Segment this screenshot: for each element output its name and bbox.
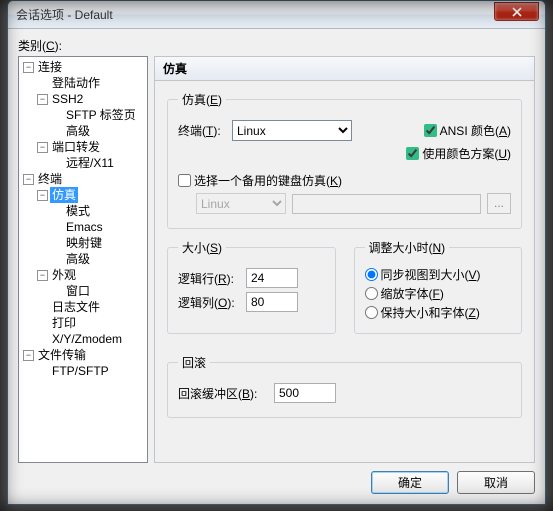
- category-label: 类别(C):: [18, 37, 535, 54]
- tree-sftp-tab[interactable]: SFTP 标签页: [64, 107, 138, 123]
- tree-ssh2[interactable]: SSH2: [50, 91, 85, 107]
- radio-keep[interactable]: 保持大小和字体(Z): [365, 304, 512, 321]
- ok-button[interactable]: 确定: [371, 471, 449, 494]
- tree-ftp-sftp[interactable]: FTP/SFTP: [50, 363, 111, 379]
- emulation-legend: 仿真(E): [178, 91, 226, 108]
- window-title: 会话选项 - Default: [16, 6, 494, 23]
- tree-terminal[interactable]: 终端: [36, 171, 64, 187]
- tree-log-file[interactable]: 日志文件: [50, 299, 102, 315]
- tree-connection[interactable]: 连接: [36, 59, 64, 75]
- cols-label: 逻辑列(O):: [178, 294, 240, 311]
- cancel-button[interactable]: 取消: [457, 471, 535, 494]
- ansi-color-checkbox[interactable]: ANSI 颜色(A): [424, 122, 511, 139]
- panel-title: 仿真: [155, 57, 534, 81]
- scrollback-label: 回滚缓冲区(B):: [178, 385, 268, 402]
- rows-label: 逻辑行(R):: [178, 270, 240, 287]
- tree-mapped-keys[interactable]: 映射键: [64, 235, 104, 251]
- close-button[interactable]: [494, 2, 539, 21]
- tree-xyz[interactable]: X/Y/Zmodem: [50, 331, 124, 347]
- toggle-icon[interactable]: −: [37, 142, 48, 153]
- terminal-select[interactable]: Linux: [232, 120, 352, 141]
- close-icon: [512, 7, 522, 17]
- resize-group: 调整大小时(N) 同步视图到大小(V) 缩放字体(F) 保持大小和字体(Z): [354, 239, 523, 334]
- size-legend: 大小(S): [178, 239, 226, 256]
- radio-sync[interactable]: 同步视图到大小(V): [365, 266, 512, 283]
- category-tree[interactable]: −连接 登陆动作 −SSH2 SFTP 标签页 高级 −端口转发: [18, 56, 148, 463]
- tree-file-transfer[interactable]: 文件传输: [36, 347, 88, 363]
- dialog-window: 会话选项 - Default 类别(C): −连接 登陆动作 −SSH2 SFT…: [7, 0, 546, 505]
- toggle-icon[interactable]: −: [37, 94, 48, 105]
- toggle-icon[interactable]: −: [37, 270, 48, 281]
- terminal-label: 终端(T):: [178, 122, 226, 139]
- alt-keyboard-select: Linux: [196, 193, 286, 214]
- tree-appearance[interactable]: 外观: [50, 267, 78, 283]
- tree-login-action[interactable]: 登陆动作: [50, 75, 102, 91]
- toggle-icon[interactable]: −: [23, 62, 34, 73]
- cols-input[interactable]: [246, 292, 298, 312]
- tree-port-forward[interactable]: 端口转发: [50, 139, 102, 155]
- tree-remote-x11[interactable]: 远程/X11: [64, 155, 116, 171]
- tree-advanced[interactable]: 高级: [64, 251, 92, 267]
- tree-emulation[interactable]: 仿真: [50, 187, 78, 203]
- size-group: 大小(S) 逻辑行(R): 逻辑列(O):: [167, 239, 336, 334]
- alt-keyboard-path: [292, 194, 481, 214]
- scrollback-input[interactable]: [274, 383, 336, 403]
- dialog-footer: 确定 取消: [18, 463, 535, 494]
- browse-button: ...: [487, 193, 511, 214]
- tree-emacs[interactable]: Emacs: [64, 219, 105, 235]
- resize-legend: 调整大小时(N): [365, 239, 450, 256]
- title-bar: 会话选项 - Default: [8, 1, 545, 29]
- toggle-icon[interactable]: −: [37, 190, 48, 201]
- emulation-group: 仿真(E) 终端(T): Linux ANSI 颜色(A) 使用颜色方案(U): [167, 91, 522, 229]
- tree-mode[interactable]: 模式: [64, 203, 92, 219]
- alt-keyboard-checkbox[interactable]: 选择一个备用的键盘仿真(K): [178, 172, 342, 189]
- rows-input[interactable]: [246, 268, 298, 288]
- tree-advanced[interactable]: 高级: [64, 123, 92, 139]
- toggle-icon[interactable]: −: [23, 174, 34, 185]
- tree-print[interactable]: 打印: [50, 315, 78, 331]
- toggle-icon[interactable]: −: [23, 350, 34, 361]
- color-scheme-checkbox[interactable]: 使用颜色方案(U): [406, 145, 511, 162]
- settings-panel: 仿真 仿真(E) 终端(T): Linux ANSI 颜色(A) 使用颜色方案(…: [154, 56, 535, 463]
- scrollback-legend: 回滚: [178, 354, 210, 371]
- tree-window[interactable]: 窗口: [64, 283, 92, 299]
- radio-scale[interactable]: 缩放字体(F): [365, 285, 512, 302]
- scrollback-group: 回滚 回滚缓冲区(B):: [167, 354, 522, 418]
